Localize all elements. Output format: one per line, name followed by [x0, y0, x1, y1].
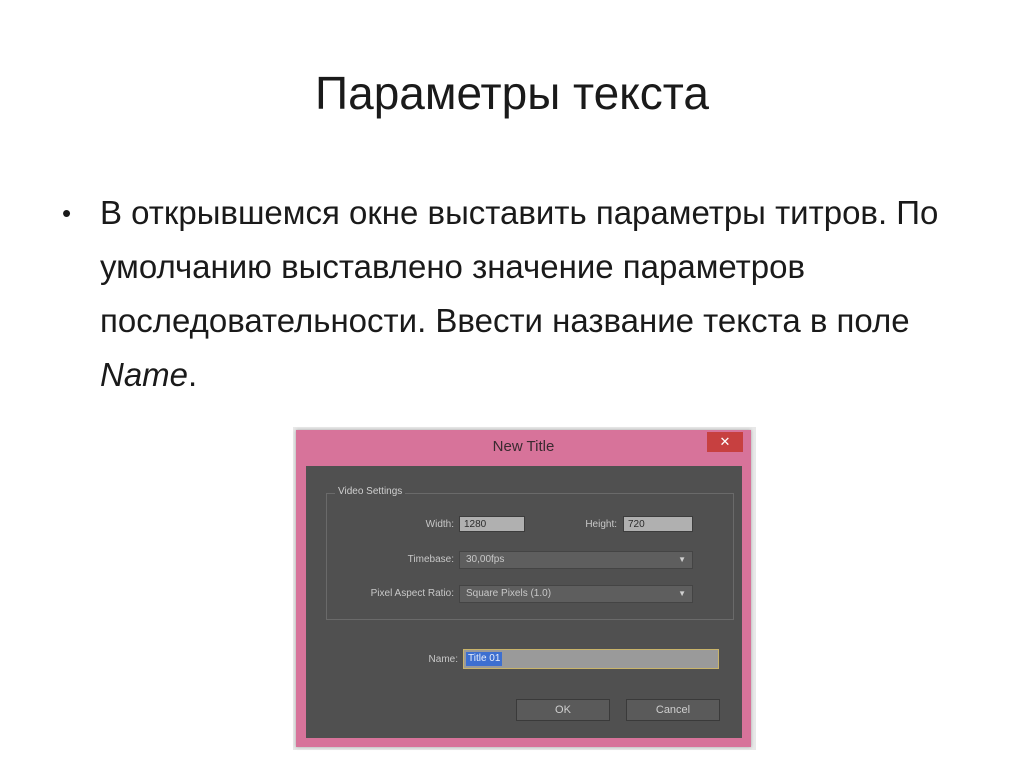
- dialog-titlebar[interactable]: New Title ✕: [296, 430, 751, 464]
- chevron-down-icon: ▼: [678, 589, 686, 598]
- pixel-aspect-ratio-label: Pixel Aspect Ratio:: [370, 588, 454, 599]
- cancel-button[interactable]: Cancel: [626, 699, 720, 721]
- video-settings-label: Video Settings: [335, 486, 406, 497]
- bullet-tail: .: [188, 356, 198, 393]
- dialog-body: Video Settings Width: 1280 Height: 720 T…: [306, 466, 742, 738]
- ok-button[interactable]: OK: [516, 699, 610, 721]
- video-settings-group: Video Settings Width: 1280 Height: 720 T…: [326, 486, 734, 620]
- pixel-aspect-ratio-value: Square Pixels (1.0): [466, 588, 552, 599]
- slide-title: Параметры текста: [315, 67, 709, 119]
- height-input[interactable]: 720: [623, 516, 693, 532]
- timebase-select[interactable]: 30,00fps ▼: [459, 551, 693, 569]
- name-label: Name:: [428, 654, 458, 665]
- dialog-screenshot: New Title ✕ Video Settings Width: 1280 H…: [293, 427, 756, 750]
- dialog-title: New Title: [492, 438, 555, 455]
- close-icon: ✕: [719, 434, 731, 449]
- width-input[interactable]: 1280: [459, 516, 525, 532]
- new-title-dialog: New Title ✕ Video Settings Width: 1280 H…: [296, 430, 751, 747]
- name-selected-text: Title 01: [466, 652, 503, 666]
- bullet-text: В открывшемся окне выставить параметры т…: [100, 186, 980, 402]
- slide: Параметры текста • В открывшемся окне вы…: [0, 0, 1024, 767]
- timebase-value: 30,00fps: [466, 554, 505, 565]
- close-button[interactable]: ✕: [707, 432, 743, 452]
- bullet-marker: •: [62, 198, 72, 228]
- pixel-aspect-ratio-select[interactable]: Square Pixels (1.0) ▼: [459, 585, 693, 603]
- bullet-body: В открывшемся окне выставить параметры т…: [100, 194, 939, 339]
- chevron-down-icon: ▼: [678, 555, 686, 564]
- width-label: Width:: [425, 519, 454, 530]
- timebase-label: Timebase:: [407, 554, 454, 565]
- bullet-emphasis: Name: [100, 356, 189, 393]
- height-label: Height:: [585, 519, 617, 530]
- name-input[interactable]: Title 01: [463, 649, 719, 669]
